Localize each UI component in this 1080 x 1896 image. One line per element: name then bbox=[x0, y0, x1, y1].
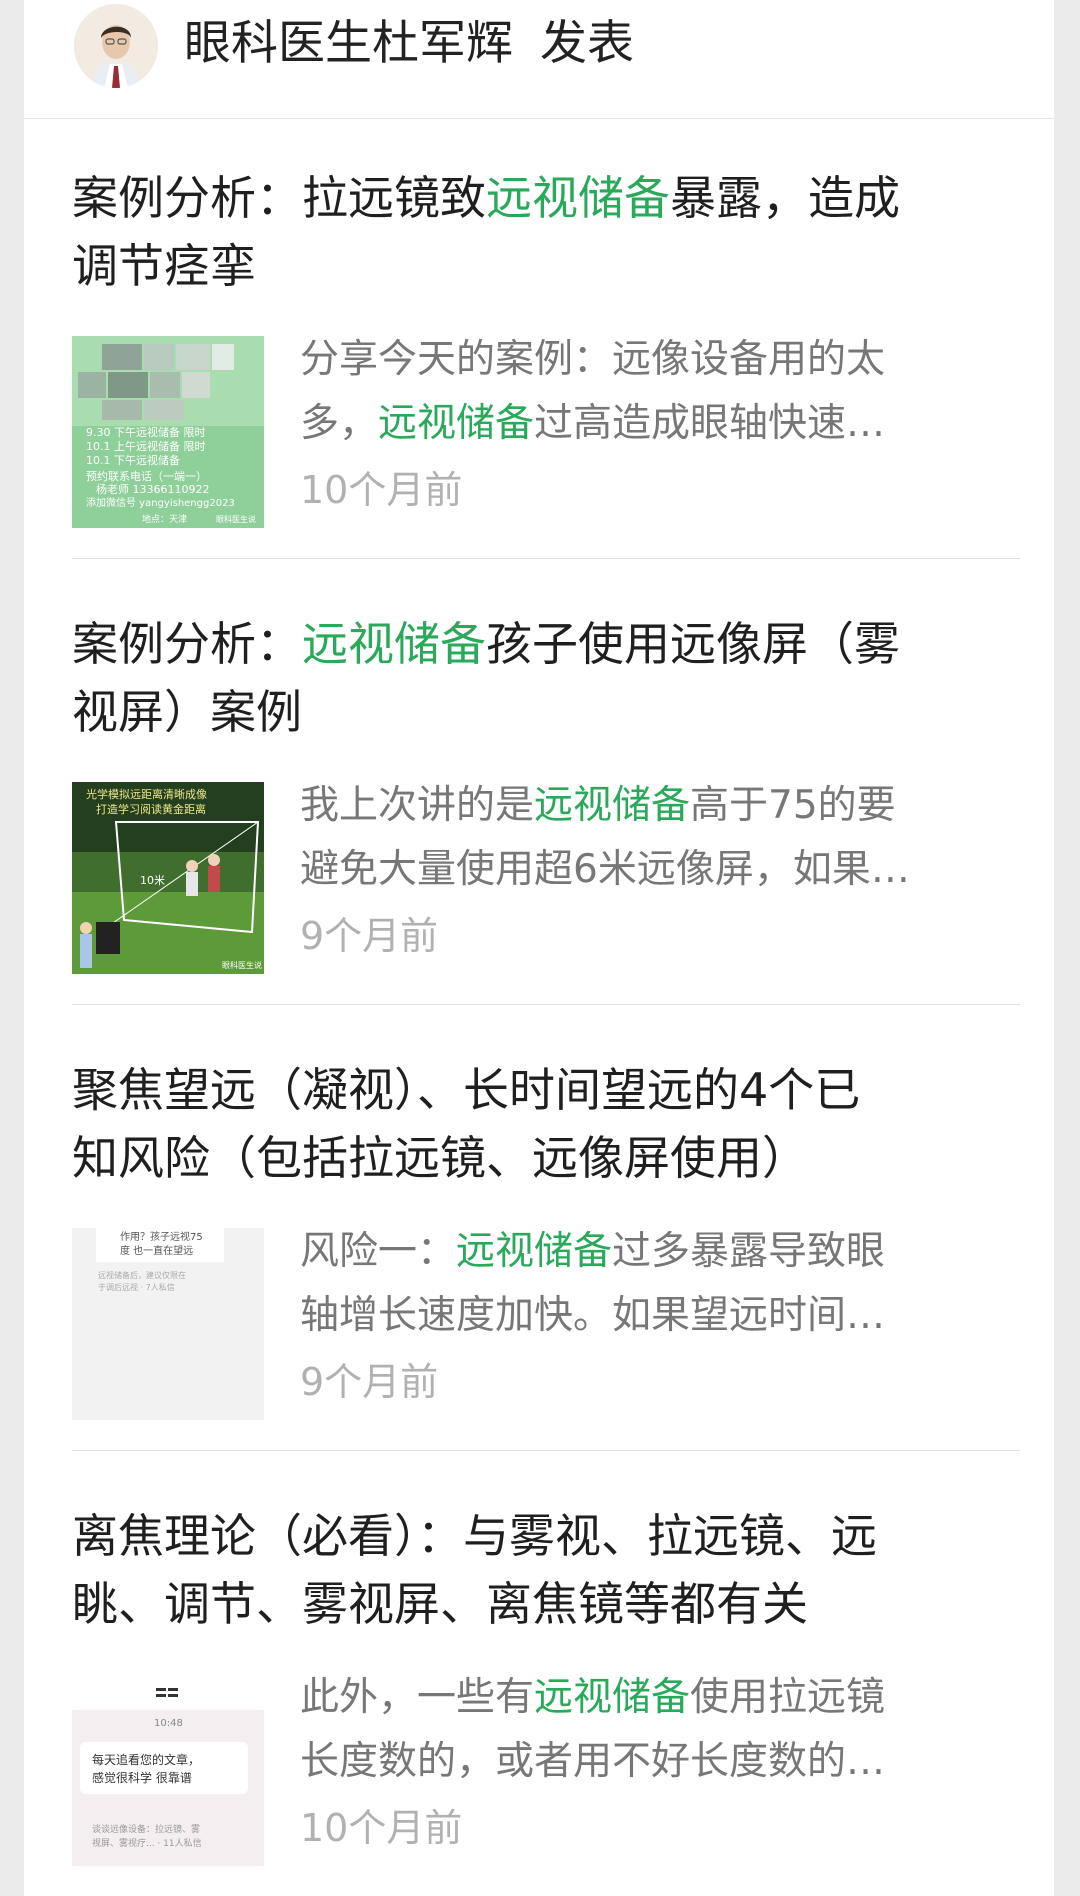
article-title[interactable]: 聚焦望远（凝视）、长时间望远的4个已 知风险（包括拉远镜、远像屏使用） bbox=[72, 1056, 1020, 1192]
excerpt-line-2: 长度数的，或者用不好长度数的… bbox=[300, 1739, 886, 1784]
article-excerpt: 我上次讲的是远视储备高于75的要 避免大量使用超6米远像屏，如果… bbox=[300, 774, 1000, 902]
publish-time: 10个月前 bbox=[300, 468, 463, 512]
title-line-1: 案例分析：拉远镜致远视储备暴露，造成 bbox=[72, 164, 1020, 232]
title-line-1: 聚焦望远（凝视）、长时间望远的4个已 bbox=[72, 1063, 861, 1117]
article-thumbnail[interactable]: 10:48 每天追看您的文章， 感觉很科学 很靠谱 谈谈远像设备：拉远镜、雾 视… bbox=[72, 1674, 264, 1866]
excerpt-highlight: 远视储备 bbox=[456, 1229, 613, 1274]
excerpt-text: 此外，一些有 bbox=[300, 1675, 535, 1720]
article-thumbnail[interactable]: 光学模拟远距离清晰成像 打造学习阅读黄金距离 10米 眼科医生说 bbox=[72, 782, 264, 974]
article-thumbnail[interactable]: 9.30 下午远视储备 限时 10.1 上午远视储备 限时 10.1 下午远视储… bbox=[72, 336, 264, 528]
title-line-2: 调节痉挛 bbox=[72, 239, 256, 293]
article-title[interactable]: 离焦理论（必看）：与雾视、拉远镜、远 眺、调节、雾视屏、离焦镜等都有关 bbox=[72, 1502, 1020, 1638]
excerpt-line-1: 此外，一些有远视储备使用拉远镜 bbox=[300, 1666, 1000, 1730]
thumb-watermark: 眼科医生说 bbox=[216, 514, 256, 524]
excerpt-text: 多， bbox=[300, 401, 379, 446]
thumb-text: 感觉很科学 很靠谱 bbox=[92, 1770, 192, 1785]
thumb-text: 10.1 上午远视储备 限时 bbox=[86, 439, 206, 453]
excerpt-line-2: 轴增长速度加快。如果望远时间… bbox=[300, 1293, 886, 1338]
article-title[interactable]: 案例分析：拉远镜致远视储备暴露，造成 调节痉挛 bbox=[72, 164, 1020, 300]
article-excerpt: 风险一：远视储备过多暴露导致眼 轴增长速度加快。如果望远时间… bbox=[300, 1220, 1000, 1348]
thumb-text: 预约联系电话（一端一） bbox=[86, 470, 207, 483]
excerpt-text: 高于75的要 bbox=[690, 783, 896, 828]
excerpt-text: 使用拉远镜 bbox=[690, 1675, 886, 1720]
thumbnail-image-3: 作用？孩子远视75 度 也一直在望远 远视储备后，建议仅限在 于调后远视 · 7… bbox=[72, 1228, 264, 1420]
title-text: 案例分析：拉远镜致 bbox=[72, 171, 486, 225]
article-excerpt: 此外，一些有远视储备使用拉远镜 长度数的，或者用不好长度数的… bbox=[300, 1666, 1000, 1794]
title-highlight: 远视储备 bbox=[302, 617, 486, 671]
article-thumbnail[interactable]: 作用？孩子远视75 度 也一直在望远 远视储备后，建议仅限在 于调后远视 · 7… bbox=[72, 1228, 264, 1420]
header-title: 眼科医生杜军辉 发表 bbox=[184, 16, 634, 72]
thumb-text: 度 也一直在望远 bbox=[120, 1244, 193, 1257]
publish-time: 9个月前 bbox=[300, 1360, 439, 1404]
excerpt-highlight: 远视储备 bbox=[534, 1675, 691, 1720]
thumb-text: 添加微信号 yangyishengg2023 bbox=[86, 496, 235, 509]
thumb-text: 光学模拟远距离清晰成像 bbox=[86, 787, 207, 801]
thumb-text: 打造学习阅读黄金距离 bbox=[96, 802, 206, 816]
thumb-watermark: 眼科医生说 bbox=[222, 960, 262, 970]
title-text: 案例分析： bbox=[72, 617, 302, 671]
author-avatar[interactable] bbox=[74, 4, 158, 88]
thumb-text: 每天追看您的文章， bbox=[92, 1752, 200, 1767]
thumb-text: 地点：天津 bbox=[142, 513, 187, 525]
title-text: 暴露，造成 bbox=[670, 171, 900, 225]
excerpt-highlight: 远视储备 bbox=[534, 783, 691, 828]
article-list-panel: 眼科医生杜军辉 发表 案例分析：拉远镜致远视储备暴露，造成 调节痉挛 9.30 … bbox=[24, 0, 1054, 1896]
thumb-text: 10.1 下午远视储备 bbox=[86, 453, 180, 467]
excerpt-text: 过多暴露导致眼 bbox=[612, 1229, 886, 1274]
excerpt-line-2: 多，远视储备过高造成眼轴快速… bbox=[300, 392, 1000, 456]
article-title[interactable]: 案例分析：远视储备孩子使用远像屏（雾 视屏）案例 bbox=[72, 610, 1020, 746]
article-item[interactable]: 案例分析：远视储备孩子使用远像屏（雾 视屏）案例 光学模拟远距离清晰成像 打造学… bbox=[72, 564, 1020, 1005]
title-line-1: 离焦理论（必看）：与雾视、拉远镜、远 bbox=[72, 1509, 877, 1563]
excerpt-line-1: 我上次讲的是远视储备高于75的要 bbox=[300, 774, 1000, 838]
thumb-text: 于调后远视 · 7人私信 bbox=[98, 1282, 175, 1292]
excerpt-text: 我上次讲的是 bbox=[300, 783, 535, 828]
title-text: 孩子使用远像屏（雾 bbox=[486, 617, 900, 671]
author-name[interactable]: 眼科医生杜军辉 bbox=[184, 16, 513, 71]
avatar-portrait-icon bbox=[74, 4, 158, 88]
thumb-text: 杨老师 13366110922 bbox=[96, 482, 209, 496]
thumbnail-image-2: 光学模拟远距离清晰成像 打造学习阅读黄金距离 10米 眼科医生说 bbox=[72, 782, 264, 974]
thumb-text: 10米 bbox=[140, 874, 165, 887]
publish-time: 9个月前 bbox=[300, 914, 439, 958]
thumb-text: 远视储备后，建议仅限在 bbox=[98, 1270, 186, 1280]
thumbnail-image-4: 10:48 每天追看您的文章， 感觉很科学 很靠谱 谈谈远像设备：拉远镜、雾 视… bbox=[72, 1674, 264, 1866]
article-excerpt: 分享今天的案例：远像设备用的太 多，远视储备过高造成眼轴快速… bbox=[300, 328, 1000, 456]
thumb-text: 9.30 下午远视储备 限时 bbox=[86, 425, 206, 439]
article-item[interactable]: 离焦理论（必看）：与雾视、拉远镜、远 眺、调节、雾视屏、离焦镜等都有关 10:4… bbox=[72, 1456, 1020, 1896]
excerpt-line-1: 分享今天的案例：远像设备用的太 bbox=[300, 337, 886, 382]
publish-time: 10个月前 bbox=[300, 1806, 463, 1850]
excerpt-highlight: 远视储备 bbox=[378, 401, 535, 446]
author-header: 眼科医生杜军辉 发表 bbox=[24, 0, 1054, 119]
title-highlight: 远视储备 bbox=[486, 171, 670, 225]
excerpt-text: 风险一： bbox=[300, 1229, 457, 1274]
title-line-2: 眺、调节、雾视屏、离焦镜等都有关 bbox=[72, 1577, 808, 1631]
thumb-text: 视屏、雾视疗... · 11人私信 bbox=[92, 1837, 202, 1849]
article-item[interactable]: 聚焦望远（凝视）、长时间望远的4个已 知风险（包括拉远镜、远像屏使用） 作用？孩… bbox=[72, 1010, 1020, 1451]
excerpt-line-2: 避免大量使用超6米远像屏，如果… bbox=[300, 847, 910, 892]
thumbnail-image-1: 9.30 下午远视储备 限时 10.1 上午远视储备 限时 10.1 下午远视储… bbox=[72, 336, 264, 528]
thumb-text: 作用？孩子远视75 bbox=[120, 1230, 203, 1243]
thumb-text: 谈谈远像设备：拉远镜、雾 bbox=[92, 1823, 200, 1835]
excerpt-text: 过高造成眼轴快速… bbox=[534, 401, 886, 446]
title-line-2: 知风险（包括拉远镜、远像屏使用） bbox=[72, 1131, 808, 1185]
title-line-1: 案例分析：远视储备孩子使用远像屏（雾 bbox=[72, 610, 1020, 678]
header-action: 发表 bbox=[539, 16, 634, 71]
article-item[interactable]: 案例分析：拉远镜致远视储备暴露，造成 调节痉挛 9.30 下午远视储备 限时 1… bbox=[72, 118, 1020, 559]
title-line-2: 视屏）案例 bbox=[72, 685, 302, 739]
thumb-clock: 10:48 bbox=[154, 1718, 183, 1729]
excerpt-line-1: 风险一：远视储备过多暴露导致眼 bbox=[300, 1220, 1000, 1284]
